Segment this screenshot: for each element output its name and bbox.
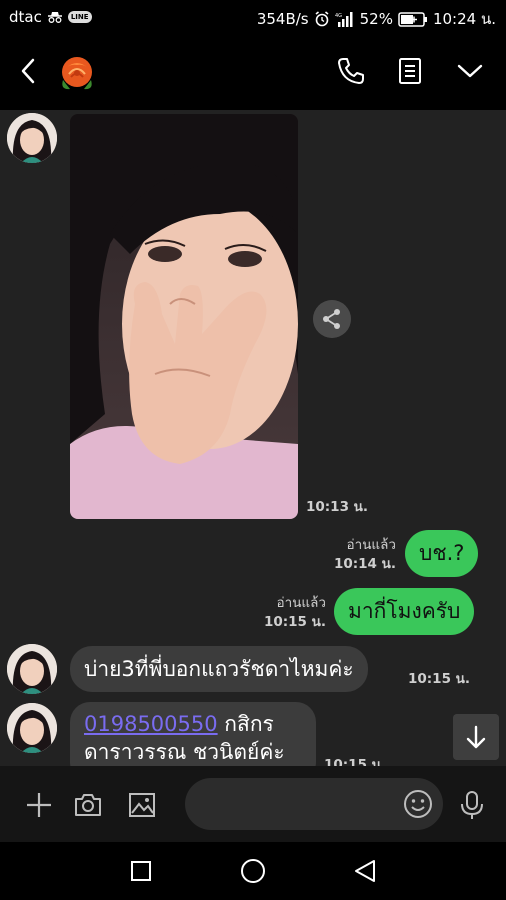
battery-percent: 52% bbox=[359, 10, 393, 28]
carrier-label: dtac bbox=[9, 8, 42, 26]
phone-icon[interactable] bbox=[334, 54, 368, 88]
alarm-icon bbox=[315, 11, 329, 27]
read-receipt: อ่านแล้ว 10:14 น. bbox=[334, 536, 396, 574]
recent-apps-icon[interactable] bbox=[126, 856, 156, 886]
incognito-icon bbox=[47, 12, 62, 23]
outgoing-message-bubble[interactable]: บช.? bbox=[405, 530, 479, 577]
message-text: บ่าย3ที่พี่บอกแถวรัชดาไหมค่ะ bbox=[84, 656, 354, 681]
share-icon[interactable] bbox=[313, 300, 351, 338]
photo-message[interactable] bbox=[70, 114, 298, 519]
status-bar: dtac LINE 354B/s 4G 52% 10:24 น. bbox=[0, 0, 506, 34]
notes-icon[interactable] bbox=[395, 56, 425, 86]
chat-area[interactable]: 10:13 น. อ่านแล้ว 10:14 น. บช.? อ่านแล้ว… bbox=[0, 110, 506, 766]
contact-face-icon bbox=[7, 703, 57, 753]
microphone-icon[interactable] bbox=[458, 790, 486, 820]
avatar[interactable] bbox=[7, 644, 57, 694]
avatar[interactable] bbox=[7, 703, 57, 753]
contact-face-icon bbox=[7, 113, 57, 163]
photo-timestamp: 10:13 น. bbox=[306, 499, 369, 515]
message-text: มากี่โมงครับ bbox=[348, 599, 461, 623]
message-time: 10:15 น. bbox=[324, 757, 387, 766]
system-nav-bar bbox=[0, 842, 506, 900]
signal-icon: 4G bbox=[335, 12, 353, 27]
svg-text:4G: 4G bbox=[335, 13, 342, 19]
battery-icon bbox=[398, 11, 427, 27]
read-receipt: อ่านแล้ว 10:15 น. bbox=[264, 594, 326, 632]
incoming-message-bubble[interactable]: 0198500550 กสิกร ดาราวรรณ ชวนิตย์ค่ะ bbox=[70, 702, 316, 766]
clock: 10:24 น. bbox=[432, 10, 496, 28]
read-label: อ่านแล้ว bbox=[276, 595, 326, 611]
emoji-icon[interactable] bbox=[403, 789, 433, 819]
camera-icon[interactable] bbox=[73, 790, 103, 820]
image-icon[interactable] bbox=[127, 790, 157, 820]
incoming-message-bubble[interactable]: บ่าย3ที่พี่บอกแถวรัชดาไหมค่ะ bbox=[70, 646, 368, 692]
outgoing-message-bubble[interactable]: มากี่โมงครับ bbox=[334, 588, 475, 635]
chevron-down-icon[interactable] bbox=[455, 56, 485, 86]
message-time: 10:14 น. bbox=[333, 556, 396, 572]
chat-header bbox=[0, 34, 506, 110]
message-text-line2: ดาราวรรณ ชวนิตย์ค่ะ bbox=[84, 740, 285, 764]
rose-avatar-icon[interactable] bbox=[58, 54, 96, 92]
read-label: อ่านแล้ว bbox=[346, 537, 396, 553]
message-input-bar bbox=[0, 766, 506, 842]
message-time: 10:15 น. bbox=[263, 614, 326, 630]
avatar[interactable] bbox=[7, 113, 57, 163]
selfie-photo bbox=[70, 114, 298, 519]
net-speed: 354B/s bbox=[256, 10, 309, 28]
message-input[interactable] bbox=[185, 778, 443, 830]
message-text: บช.? bbox=[419, 541, 465, 565]
message-time: 10:15 น. bbox=[408, 671, 471, 687]
back-arrow-icon[interactable] bbox=[14, 56, 44, 86]
line-notification-icon: LINE bbox=[67, 11, 92, 23]
arrow-down-icon[interactable] bbox=[453, 714, 499, 760]
plus-icon[interactable] bbox=[24, 790, 54, 820]
back-nav-icon[interactable] bbox=[350, 856, 380, 886]
message-text: กสิกร bbox=[217, 712, 274, 736]
home-icon[interactable] bbox=[238, 856, 268, 886]
contact-face-icon bbox=[7, 644, 57, 694]
account-number-link[interactable]: 0198500550 bbox=[84, 712, 218, 736]
